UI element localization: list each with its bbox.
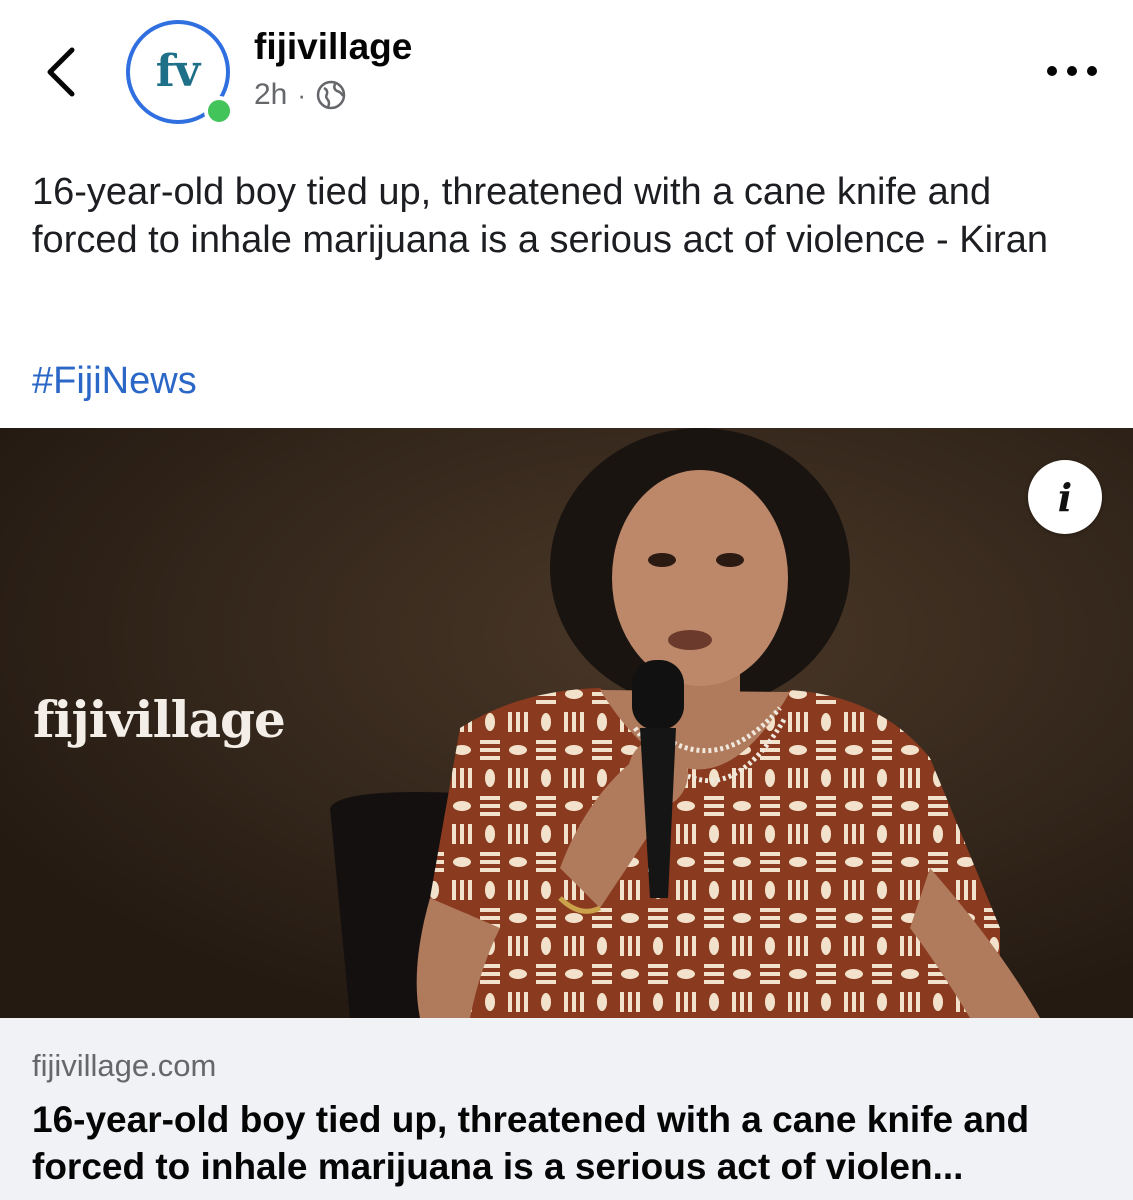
- link-title: 16-year-old boy tied up, threatened with…: [32, 1099, 1030, 1187]
- post-time[interactable]: 2h: [254, 78, 287, 112]
- link-domain: fijivillage.com: [32, 1048, 217, 1083]
- svg-text:fv: fv: [156, 46, 202, 97]
- post-meta: 2h ·: [254, 78, 346, 112]
- globe-icon: [316, 80, 346, 110]
- hashtag-link[interactable]: #FijiNews: [32, 360, 197, 403]
- info-icon: i: [1057, 474, 1073, 520]
- meta-separator: ·: [297, 79, 307, 110]
- page-name[interactable]: fijivillage: [254, 26, 412, 68]
- back-chevron-icon: [47, 47, 75, 97]
- link-preview[interactable]: fijivillage.com 16-year-old boy tied up,…: [0, 1018, 1133, 1200]
- post-header: fv fijivillage 2h ·: [0, 0, 1133, 145]
- more-icon: [1047, 66, 1097, 76]
- online-status-dot: [204, 96, 234, 126]
- info-button[interactable]: i: [1028, 460, 1102, 534]
- more-options-button[interactable]: [1040, 55, 1104, 87]
- post-text: 16-year-old boy tied up, threatened with…: [32, 171, 1048, 261]
- back-button[interactable]: [38, 42, 88, 102]
- page-avatar[interactable]: fv: [126, 20, 234, 126]
- brand-watermark: fijivillage: [33, 690, 286, 749]
